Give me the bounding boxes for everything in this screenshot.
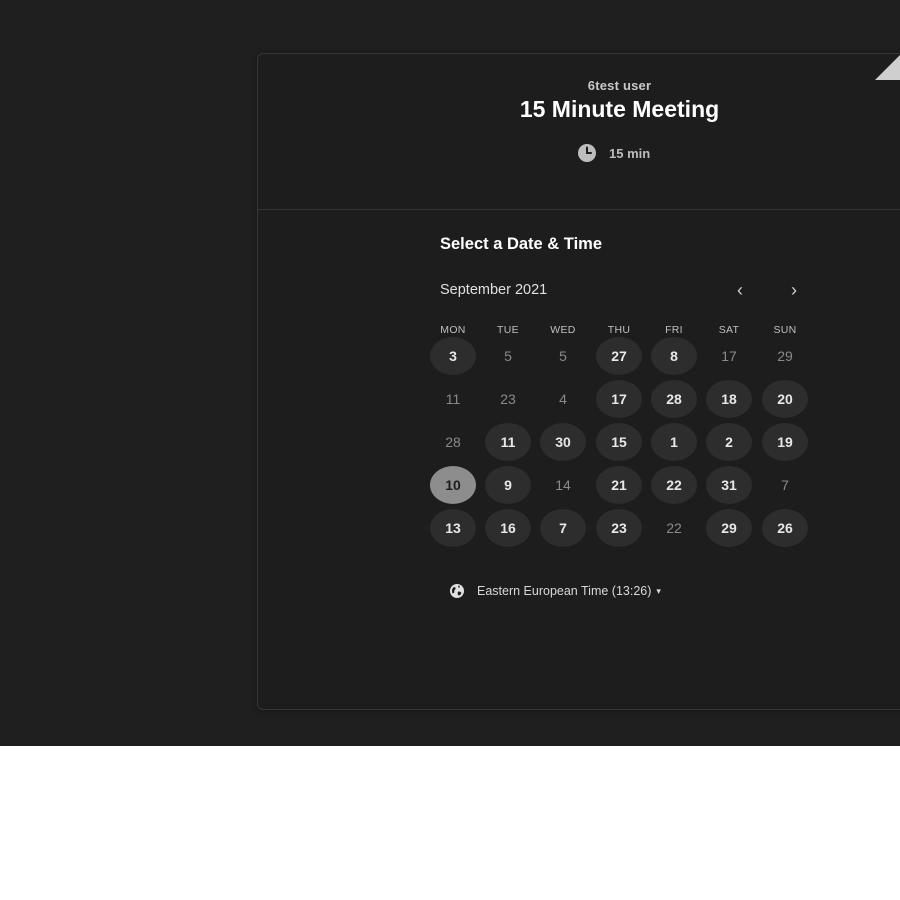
available-day-button[interactable]: 21 <box>596 466 642 504</box>
unavailable-day: 29 <box>777 348 793 364</box>
unavailable-day: 11 <box>445 391 461 407</box>
available-day-button[interactable]: 3 <box>430 337 476 375</box>
available-day-button[interactable]: 27 <box>596 337 642 375</box>
unavailable-day: 5 <box>504 348 512 364</box>
next-month-button[interactable]: › <box>780 276 808 304</box>
globe-icon <box>449 583 465 599</box>
available-day-button[interactable]: 26 <box>762 509 808 547</box>
available-day-button[interactable]: 20 <box>762 380 808 418</box>
unavailable-day: 22 <box>666 520 682 536</box>
weekday-label-fri: FRI <box>665 324 683 336</box>
weekday-label-sat: SAT <box>718 324 740 336</box>
weekday-label-tue: TUE <box>497 324 519 336</box>
header-divider <box>258 209 900 210</box>
duration-text: 15 min <box>609 145 651 161</box>
host-name: 6test user <box>587 78 652 93</box>
booking-card: 6test user 15 Minute Meeting 15 min Sele… <box>257 53 900 710</box>
section-title: Select a Date & Time <box>440 235 603 253</box>
available-day-button[interactable]: 17 <box>596 380 642 418</box>
selected-day-button[interactable]: 10 <box>430 466 476 504</box>
event-header: 6test user 15 Minute Meeting 15 min <box>258 54 900 209</box>
available-day-button[interactable]: 19 <box>762 423 808 461</box>
available-day-button[interactable]: 16 <box>485 509 531 547</box>
unavailable-day: 28 <box>445 434 461 450</box>
month-label: September 2021 <box>440 282 548 298</box>
timezone-selector[interactable]: Eastern European Time (13:26) ▾ <box>449 583 661 599</box>
timezone-label: Eastern European Time (13:26) <box>477 584 652 598</box>
event-title: 15 Minute Meeting <box>519 96 720 122</box>
available-day-button[interactable]: 1 <box>651 423 697 461</box>
available-day-button[interactable]: 9 <box>485 466 531 504</box>
weekday-label-thu: THU <box>607 324 631 336</box>
available-day-button[interactable]: 31 <box>706 466 752 504</box>
unavailable-day: 4 <box>559 391 567 407</box>
available-day-button[interactable]: 15 <box>596 423 642 461</box>
clock-icon <box>577 143 597 163</box>
available-day-button[interactable]: 29 <box>706 509 752 547</box>
available-day-button[interactable]: 23 <box>596 509 642 547</box>
weekday-label-sun: SUN <box>773 324 797 336</box>
available-day-button[interactable]: 28 <box>651 380 697 418</box>
available-day-button[interactable]: 2 <box>706 423 752 461</box>
available-day-button[interactable]: 11 <box>485 423 531 461</box>
caret-down-icon: ▾ <box>656 585 661 596</box>
unavailable-day: 23 <box>500 391 516 407</box>
available-day-button[interactable]: 22 <box>651 466 697 504</box>
calendar-grid: 3 5 5 27 8 17 29 11 23 4 17 28 18 20 28 11 30 15 1 2 19 10 9 14… <box>430 337 820 557</box>
unavailable-day: 14 <box>555 477 571 493</box>
unavailable-day: 7 <box>781 477 789 493</box>
available-day-button[interactable]: 7 <box>540 509 586 547</box>
unavailable-day: 5 <box>559 348 567 364</box>
available-day-button[interactable]: 8 <box>651 337 697 375</box>
weekday-label-mon: MON <box>440 324 466 336</box>
weekday-label-wed: WED <box>550 324 576 336</box>
available-day-button[interactable]: 13 <box>430 509 476 547</box>
weekday-header-row: MON TUE WED THU FRI SAT SUN <box>430 324 815 338</box>
duration-row: 15 min <box>577 143 650 163</box>
previous-month-button[interactable]: ‹ <box>726 276 754 304</box>
unavailable-day: 17 <box>721 348 737 364</box>
available-day-button[interactable]: 30 <box>540 423 586 461</box>
available-day-button[interactable]: 18 <box>706 380 752 418</box>
